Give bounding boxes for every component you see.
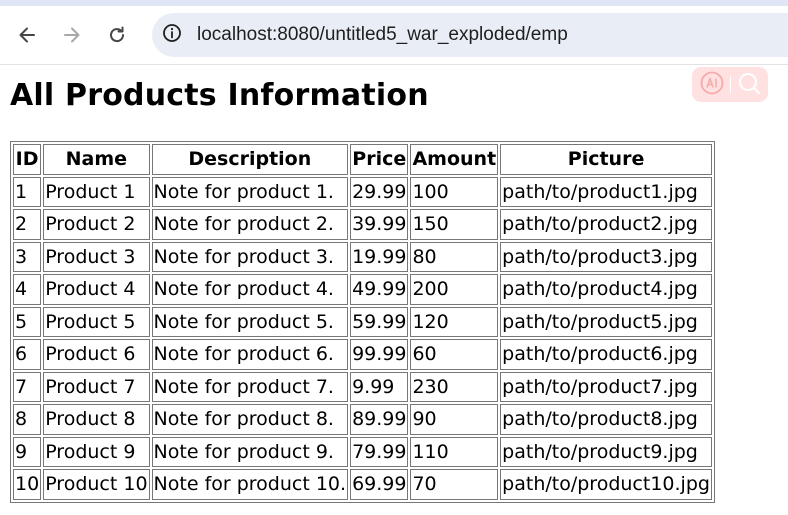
table-row: 10 Product 10 Note for product 10. 69.99 70 p…	[13, 469, 712, 500]
address-bar[interactable]: localhost:8080/untitled5_war_exploded/em…	[152, 13, 788, 57]
cell-amount: 230	[410, 371, 499, 402]
cell-name: Product 10	[43, 469, 150, 500]
cell-description: Note for product 9.	[151, 436, 349, 467]
cell-amount: 100	[410, 176, 499, 207]
cell-amount: 90	[410, 404, 499, 435]
cell-price: 99.99	[350, 339, 409, 370]
arrow-left-icon	[17, 25, 37, 45]
cell-amount: 110	[410, 436, 499, 467]
cell-id: 1	[13, 176, 42, 207]
cell-name: Product 3	[43, 241, 150, 272]
cell-description: Note for product 8.	[151, 404, 349, 435]
cell-amount: 150	[410, 209, 499, 240]
cell-name: Product 1	[43, 176, 150, 207]
table-row: 5 Product 5 Note for product 5. 59.99 120 pat…	[13, 306, 712, 337]
cell-id: 9	[13, 436, 42, 467]
cell-picture: path/to/product1.jpg	[500, 176, 712, 207]
cell-description: Note for product 3.	[151, 241, 349, 272]
cell-picture: path/to/product2.jpg	[500, 209, 712, 240]
column-header-price: Price	[350, 144, 409, 175]
cell-description: Note for product 1.	[151, 176, 349, 207]
column-header-amount: Amount	[410, 144, 499, 175]
table-header-row: ID Name Description Price Amount Picture	[13, 144, 712, 175]
table-row: 6 Product 6 Note for product 6. 99.99 60 path…	[13, 339, 712, 370]
table-row: 9 Product 9 Note for product 9. 79.99 110 pat…	[13, 436, 712, 467]
cell-picture: path/to/product6.jpg	[500, 339, 712, 370]
cell-name: Product 9	[43, 436, 150, 467]
cell-description: Note for product 4.	[151, 274, 349, 305]
cell-price: 39.99	[350, 209, 409, 240]
reload-button[interactable]	[101, 19, 133, 51]
cell-amount: 120	[410, 306, 499, 337]
cell-picture: path/to/product4.jpg	[500, 274, 712, 305]
cell-id: 2	[13, 209, 42, 240]
cell-name: Product 4	[43, 274, 150, 305]
cell-id: 8	[13, 404, 42, 435]
reload-icon	[107, 25, 127, 45]
cell-picture: path/to/product7.jpg	[500, 371, 712, 402]
cell-price: 89.99	[350, 404, 409, 435]
info-circle-icon	[162, 23, 182, 47]
cell-id: 7	[13, 371, 42, 402]
page-content: All Products Information ID Name Descrip…	[10, 64, 770, 503]
cell-name: Product 2	[43, 209, 150, 240]
products-table: ID Name Description Price Amount Picture…	[10, 141, 715, 503]
column-header-id: ID	[13, 144, 42, 175]
column-header-description: Description	[151, 144, 349, 175]
cell-amount: 70	[410, 469, 499, 500]
back-button[interactable]	[11, 19, 43, 51]
cell-id: 6	[13, 339, 42, 370]
cell-id: 10	[13, 469, 42, 500]
cell-amount: 200	[410, 274, 499, 305]
cell-amount: 80	[410, 241, 499, 272]
site-info-button[interactable]	[160, 23, 184, 47]
cell-price: 79.99	[350, 436, 409, 467]
url-text[interactable]: localhost:8080/untitled5_war_exploded/em…	[197, 24, 568, 46]
cell-id: 4	[13, 274, 42, 305]
page-title: All Products Information	[10, 78, 429, 113]
cell-name: Product 7	[43, 371, 150, 402]
cell-id: 3	[13, 241, 42, 272]
cell-picture: path/to/product5.jpg	[500, 306, 712, 337]
cell-description: Note for product 2.	[151, 209, 349, 240]
table-body: 1 Product 1 Note for product 1. 29.99 100 pat…	[13, 176, 712, 500]
cell-name: Product 5	[43, 306, 150, 337]
forward-button[interactable]	[56, 19, 88, 51]
cell-id: 5	[13, 306, 42, 337]
cell-description: Note for product 7.	[151, 371, 349, 402]
table-row: 7 Product 7 Note for product 7. 9.99 230 path…	[13, 371, 712, 402]
column-header-name: Name	[43, 144, 150, 175]
cell-name: Product 6	[43, 339, 150, 370]
cell-name: Product 8	[43, 404, 150, 435]
tab-strip-edge	[0, 0, 788, 6]
cell-description: Note for product 6.	[151, 339, 349, 370]
cell-price: 19.99	[350, 241, 409, 272]
table-row: 3 Product 3 Note for product 3. 19.99 80 path…	[13, 241, 712, 272]
cell-picture: path/to/product8.jpg	[500, 404, 712, 435]
table-row: 4 Product 4 Note for product 4. 49.99 200 pat…	[13, 274, 712, 305]
cell-picture: path/to/product9.jpg	[500, 436, 712, 467]
cell-price: 69.99	[350, 469, 409, 500]
table-row: 8 Product 8 Note for product 8. 89.99 90 path…	[13, 404, 712, 435]
column-header-picture: Picture	[500, 144, 712, 175]
cell-picture: path/to/product3.jpg	[500, 241, 712, 272]
cell-price: 29.99	[350, 176, 409, 207]
cell-price: 49.99	[350, 274, 409, 305]
browser-toolbar: localhost:8080/untitled5_war_exploded/em…	[0, 0, 788, 64]
cell-picture: path/to/product10.jpg	[500, 469, 712, 500]
cell-amount: 60	[410, 339, 499, 370]
cell-description: Note for product 10.	[151, 469, 349, 500]
cell-price: 9.99	[350, 371, 409, 402]
cell-description: Note for product 5.	[151, 306, 349, 337]
cell-price: 59.99	[350, 306, 409, 337]
table-row: 2 Product 2 Note for product 2. 39.99 150 pat…	[13, 209, 712, 240]
table-row: 1 Product 1 Note for product 1. 29.99 100 pat…	[13, 176, 712, 207]
arrow-right-icon	[62, 25, 82, 45]
